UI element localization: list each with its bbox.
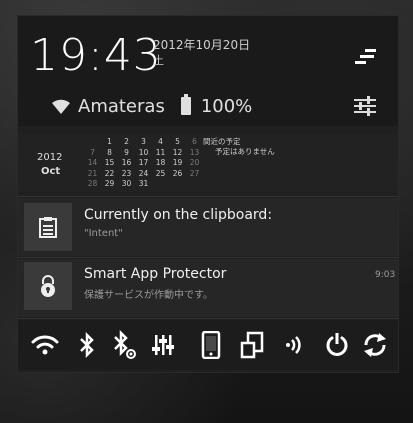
cal-day: 3 [141,137,146,146]
phone-icon [201,331,221,359]
cal-day: 22 [104,168,115,178]
battery-level: 100% [200,95,253,117]
bluetooth-settings-toggle[interactable] [110,330,140,360]
cal-day: 16 [121,158,132,167]
cal-day [186,179,203,190]
cal-day: 5 [175,137,180,146]
cal-day: 15 [104,158,115,167]
calendar-month: Oct [41,166,61,177]
cal-day: 2 [124,137,129,146]
power-icon [326,333,348,356]
cal-day: 31 [138,179,149,188]
wifi-icon [31,335,59,355]
rotate-icon [240,331,264,359]
equalizer-icon [152,335,174,355]
bluetooth-settings-icon [114,330,136,359]
cal-day: 14 [87,158,98,167]
rotate-toggle[interactable] [238,330,268,360]
notification-icon-box [24,262,72,310]
divider [18,318,398,319]
cal-day: 1 [107,137,112,146]
cal-day: 30 [121,179,132,188]
phone-toggle[interactable] [196,330,226,360]
sound-toggle[interactable] [280,330,310,360]
events-empty: 予定はありません [215,147,275,156]
cal-day: 8 [107,147,112,157]
clock: 19:43 [30,30,162,81]
lock-icon [41,275,55,297]
weekday: 土 [153,54,164,67]
divider [18,257,398,258]
notification-icon-box [24,203,72,251]
cal-day: 10 [138,147,149,157]
cal-day: 21 [87,168,98,178]
sync-toggle[interactable] [360,330,390,360]
equalizer-toggle[interactable] [150,330,180,360]
clipboard-icon [39,217,57,238]
notification-title: Smart App Protector [84,266,227,282]
events-header: 間近の予定 [203,137,241,146]
notification-subtitle: "Intent" [84,228,123,239]
cal-day: 23 [121,168,132,178]
power-toggle[interactable] [322,330,352,360]
date: 2012年10月20日 [153,38,251,52]
divider [18,196,398,197]
cal-day [84,137,101,148]
cal-day [169,179,186,190]
wifi-name: Amateras [78,95,165,117]
cal-day: 27 [189,168,200,178]
cal-day: 20 [189,158,200,167]
connection-row: Amateras 100% [50,94,252,118]
settings-icon[interactable] [352,94,378,118]
cal-day: 25 [155,168,166,178]
cal-day: 18 [155,158,166,167]
cal-day: 4 [158,137,163,146]
cal-day: 19 [172,158,183,167]
battery-icon [180,94,191,115]
sync-icon [364,333,386,357]
cal-day: 6 [192,137,197,146]
calendar-events: 間近の予定 予定はありません [203,137,275,157]
notification-title: Currently on the clipboard: [84,207,273,223]
bluetooth-icon [80,331,94,359]
cal-day: 12 [172,147,183,157]
cal-day: 7 [90,147,95,157]
cal-day: 17 [138,158,149,167]
bluetooth-toggle[interactable] [72,330,102,360]
wifi-icon [52,99,70,114]
calendar-grid: 1 2 3 4 5 6 7 8 9 10 11 12 13 14 15 16 1… [84,137,203,190]
cal-day: 24 [138,168,149,178]
cal-day: 11 [155,147,166,157]
cal-day: 28 [87,179,98,188]
cal-day: 26 [172,168,183,178]
cal-day: 9 [124,147,129,157]
menu-icon[interactable] [352,46,378,66]
cal-day: 13 [189,147,200,157]
calendar-year: 2012 [37,152,63,163]
wifi-toggle[interactable] [30,330,60,360]
cal-day [152,179,169,190]
cal-day: 29 [104,179,115,188]
notification-subtitle: 保護サービスが作動中です。 [84,290,213,301]
notification-time: 9:03 [375,270,396,280]
sound-icon [286,336,301,354]
